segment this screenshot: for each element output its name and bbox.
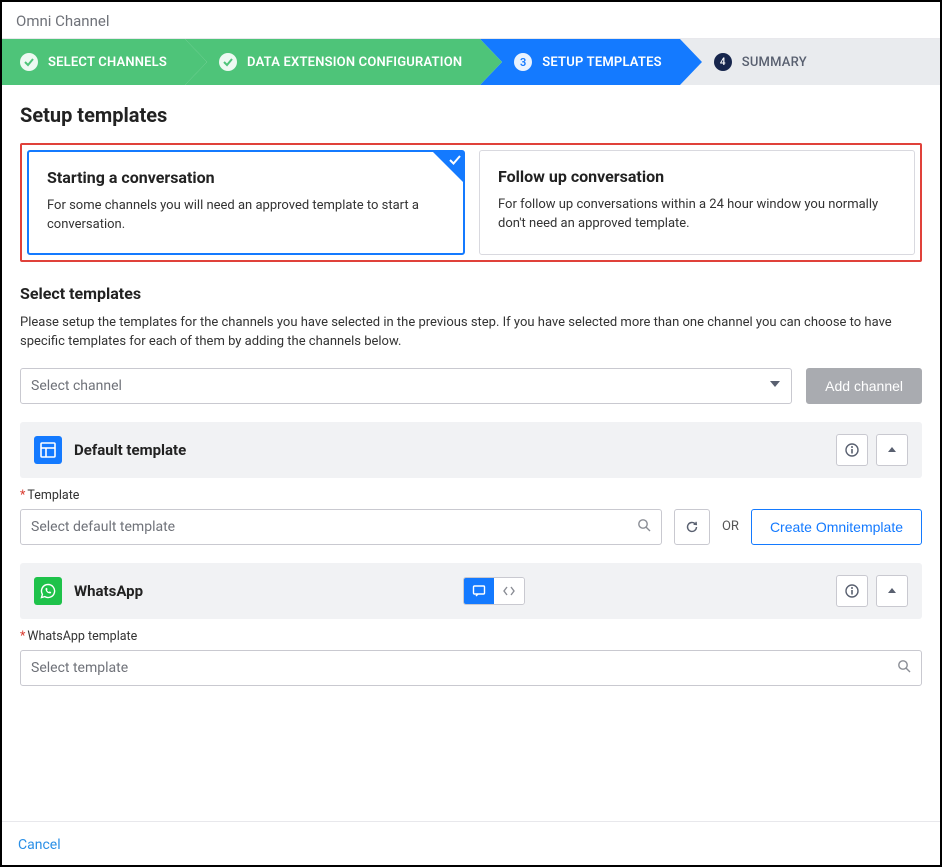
- check-icon: [219, 53, 237, 71]
- refresh-button[interactable]: [674, 509, 710, 545]
- collapse-button[interactable]: [876, 575, 908, 607]
- input-placeholder: Select template: [31, 660, 128, 676]
- template-icon: [34, 436, 62, 464]
- step-number-icon: 4: [714, 53, 732, 71]
- wizard-steps: SELECT CHANNELS DATA EXTENSION CONFIGURA…: [2, 39, 940, 85]
- whatsapp-field-label: *WhatsApp template: [20, 629, 922, 644]
- card-title: Starting a conversation: [47, 168, 445, 187]
- card-desc: For follow up conversations within a 24 …: [498, 196, 896, 234]
- step-label: SETUP TEMPLATES: [542, 55, 662, 70]
- collapse-button[interactable]: [876, 434, 908, 466]
- default-template-input[interactable]: Select default template: [20, 509, 662, 545]
- view-toggle: [463, 577, 525, 605]
- create-omnitemplate-button[interactable]: Create Omnitemplate: [751, 509, 922, 545]
- selected-check-icon: [433, 152, 463, 182]
- input-placeholder: Select default template: [31, 519, 175, 535]
- select-placeholder: Select channel: [31, 378, 122, 394]
- whatsapp-icon: [34, 577, 62, 605]
- check-icon: [20, 53, 38, 71]
- step-setup-templates[interactable]: 3 SETUP TEMPLATES: [480, 39, 680, 85]
- template-type-cards: Starting a conversation For some channel…: [20, 143, 922, 262]
- channel-select[interactable]: Select channel: [20, 368, 792, 404]
- info-button[interactable]: [836, 575, 868, 607]
- step-label: DATA EXTENSION CONFIGURATION: [247, 55, 462, 70]
- step-number-icon: 3: [514, 53, 532, 71]
- panel-title: Default template: [74, 441, 824, 459]
- or-text: OR: [722, 519, 739, 534]
- chevron-down-icon: [769, 378, 781, 394]
- search-icon: [897, 659, 911, 677]
- default-template-panel-header: Default template: [20, 422, 922, 478]
- cancel-link[interactable]: Cancel: [18, 837, 61, 853]
- whatsapp-template-input[interactable]: Select template: [20, 650, 922, 686]
- info-button[interactable]: [836, 434, 868, 466]
- footer: Cancel: [2, 821, 940, 865]
- template-field-label: *Template: [20, 488, 922, 503]
- search-icon: [637, 518, 651, 536]
- step-label: SUMMARY: [742, 55, 807, 70]
- panel-title: WhatsApp: [74, 582, 143, 600]
- main-content: Setup templates Starting a conversation …: [2, 85, 940, 821]
- select-templates-title: Select templates: [20, 284, 922, 303]
- add-channel-button: Add channel: [806, 368, 922, 404]
- whatsapp-panel-header: WhatsApp: [20, 563, 922, 619]
- step-select-channels[interactable]: SELECT CHANNELS: [2, 39, 185, 85]
- select-templates-desc: Please setup the templates for the chann…: [20, 313, 922, 352]
- toggle-chat-icon[interactable]: [464, 578, 494, 604]
- card-desc: For some channels you will need an appro…: [47, 197, 445, 235]
- card-title: Follow up conversation: [498, 167, 896, 186]
- card-followup-conversation[interactable]: Follow up conversation For follow up con…: [479, 150, 915, 255]
- toggle-code-icon[interactable]: [494, 578, 524, 604]
- step-label: SELECT CHANNELS: [48, 55, 167, 70]
- card-starting-conversation[interactable]: Starting a conversation For some channel…: [27, 150, 465, 255]
- step-data-extension[interactable]: DATA EXTENSION CONFIGURATION: [185, 39, 480, 85]
- window-title: Omni Channel: [2, 2, 940, 39]
- page-title: Setup templates: [20, 103, 922, 127]
